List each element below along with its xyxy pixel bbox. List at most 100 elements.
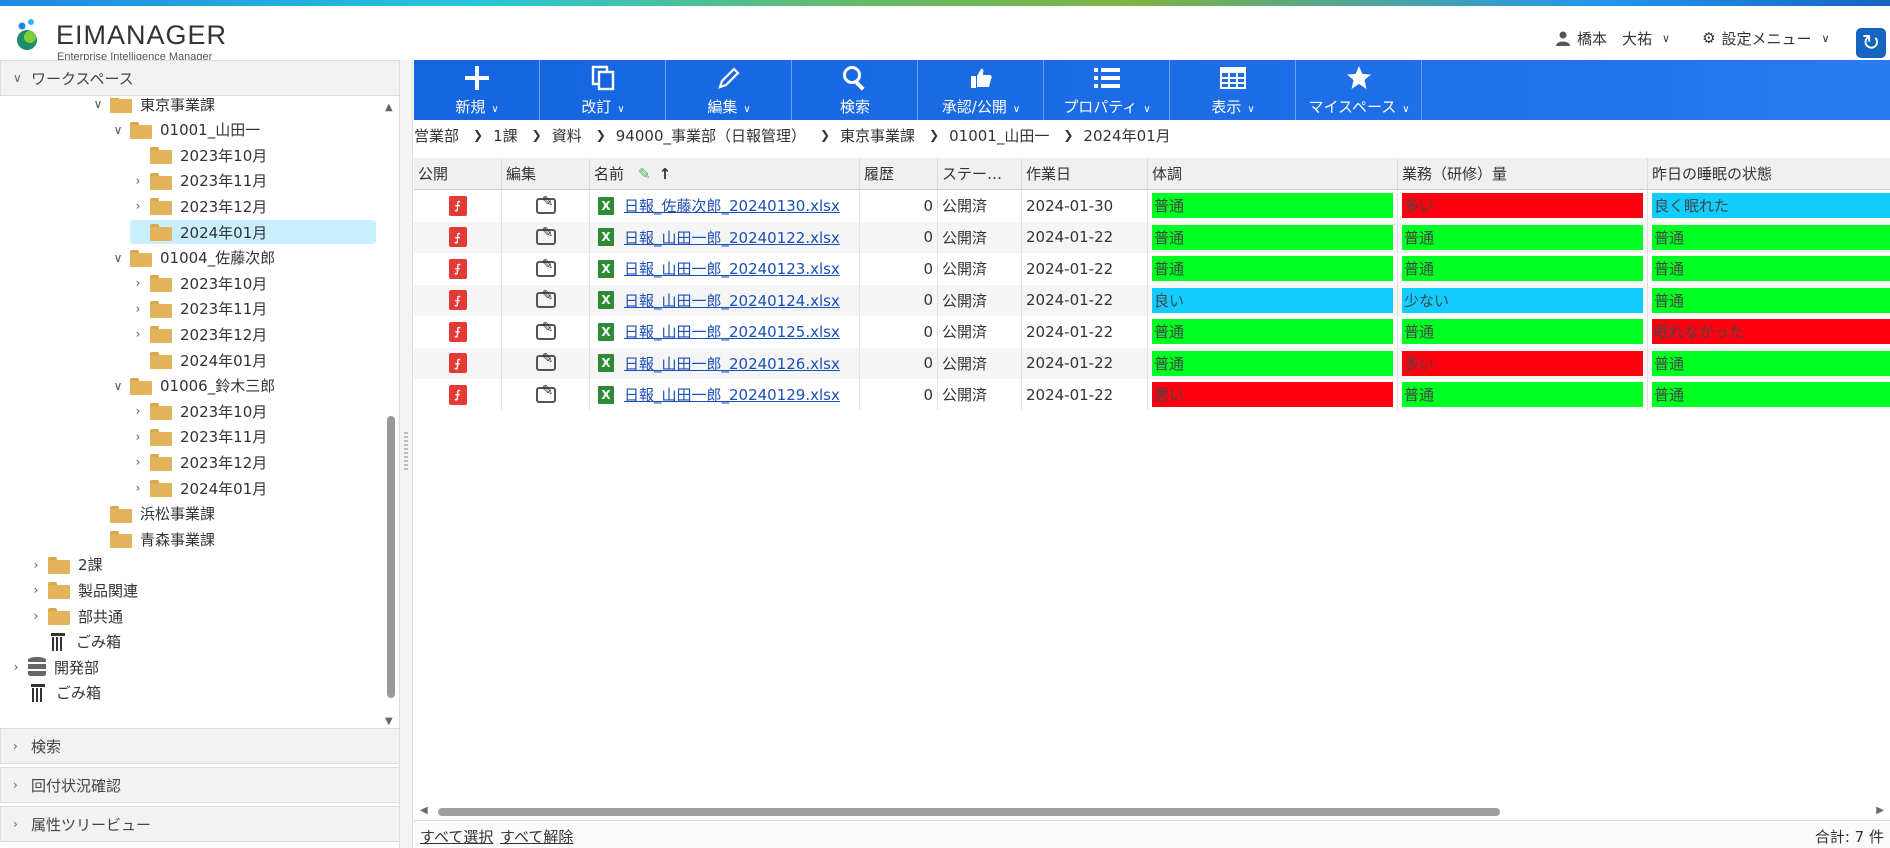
edit-icon[interactable] bbox=[535, 194, 556, 214]
tree-item[interactable]: › 製品関連 bbox=[28, 578, 138, 602]
tree-item[interactable]: › 2023年11月 bbox=[130, 297, 268, 321]
tree-item[interactable]: › 2023年12月 bbox=[130, 322, 268, 346]
edit-icon[interactable] bbox=[535, 320, 556, 340]
breadcrumb-item[interactable]: 2024年01月 bbox=[1083, 125, 1170, 146]
file-name-link[interactable]: 日報_佐藤次郎_20240130.xlsx bbox=[624, 195, 840, 216]
chevron-right-icon[interactable]: › bbox=[8, 660, 24, 674]
pdf-icon[interactable]: ⨍ bbox=[448, 258, 467, 279]
tree-item[interactable]: 2024年01月 bbox=[130, 348, 267, 372]
toolbar-button-thumbs-up[interactable]: 承認/公開 ∨ bbox=[918, 60, 1044, 120]
chevron-right-icon[interactable]: › bbox=[130, 481, 146, 495]
chevron-right-icon[interactable]: › bbox=[130, 430, 146, 444]
breadcrumb-item[interactable]: 資料 bbox=[552, 125, 582, 146]
tree-item[interactable]: › 2023年11月 bbox=[130, 169, 268, 193]
breadcrumb-item[interactable]: 01001_山田一 bbox=[949, 125, 1049, 146]
file-name-link[interactable]: 日報_山田一郎_20240123.xlsx bbox=[624, 258, 840, 279]
scroll-left-icon[interactable]: ◀ bbox=[420, 805, 428, 816]
chevron-right-icon[interactable]: › bbox=[130, 404, 146, 418]
tree-item[interactable]: ∨ 01004_佐藤次郎 bbox=[110, 246, 276, 270]
clear-all-link[interactable]: すべて解除 bbox=[500, 826, 573, 847]
file-name-link[interactable]: 日報_山田一郎_20240125.xlsx bbox=[624, 321, 840, 342]
breadcrumb-item[interactable]: 東京事業課 bbox=[840, 125, 915, 146]
column-header[interactable]: 名前 ✎ ↑ bbox=[590, 158, 860, 190]
user-name[interactable]: 橋本 大祐 bbox=[1577, 28, 1652, 49]
pdf-icon[interactable]: ⨍ bbox=[448, 227, 467, 248]
breadcrumb-item[interactable]: 94000_事業部（日報管理） bbox=[616, 125, 806, 146]
search-panel-header[interactable]: › 検索 bbox=[0, 728, 400, 764]
tree-item[interactable]: › 開発部 bbox=[8, 655, 99, 679]
toolbar-button-star[interactable]: マイスペース ∨ bbox=[1296, 60, 1422, 120]
scroll-down-icon[interactable]: ▼ bbox=[385, 716, 393, 727]
table-row[interactable]: ⨍X日報_山田一郎_20240129.xlsx0公開済2024-01-22悪い普… bbox=[414, 379, 1890, 410]
tree-item[interactable]: › 部共通 bbox=[28, 604, 123, 628]
toolbar-button-list[interactable]: プロパティ ∨ bbox=[1044, 60, 1170, 120]
column-header[interactable]: 編集 bbox=[502, 158, 590, 190]
table-row[interactable]: ⨍X日報_山田一郎_20240122.xlsx0公開済2024-01-22普通普… bbox=[414, 221, 1890, 253]
splitter-grip[interactable] bbox=[404, 432, 408, 472]
grid-horizontal-scrollbar[interactable]: ◀ ▶ bbox=[414, 804, 1890, 820]
workspace-panel-header[interactable]: ∨ ワークスペース bbox=[0, 60, 400, 96]
tree-item[interactable]: › 2023年10月 bbox=[130, 399, 268, 423]
tree-item[interactable]: 青森事業課 bbox=[90, 527, 215, 551]
tree-item[interactable]: 2023年10月 bbox=[130, 143, 267, 167]
breadcrumb-item[interactable]: 営業部 bbox=[414, 125, 459, 146]
toolbar-button-plus[interactable]: 新規 ∨ bbox=[414, 60, 540, 120]
chevron-right-icon[interactable]: › bbox=[130, 174, 146, 188]
scrollbar-thumb[interactable] bbox=[387, 416, 395, 698]
tree-item[interactable]: 2024年01月 bbox=[130, 220, 376, 244]
toolbar-button-pencil[interactable]: 編集 ∨ bbox=[666, 60, 792, 120]
column-header[interactable]: 履歴 bbox=[860, 158, 938, 190]
file-name-link[interactable]: 日報_山田一郎_20240126.xlsx bbox=[624, 353, 840, 374]
edit-icon[interactable] bbox=[535, 288, 556, 309]
column-header[interactable]: 体調 bbox=[1148, 158, 1398, 190]
table-row[interactable]: ⨍ X 日報_佐藤次郎_20240130.xlsx 0 公開済 2024-01-30 普通多… bbox=[414, 190, 1890, 222]
chevron-right-icon[interactable]: › bbox=[28, 558, 44, 572]
table-row[interactable]: ⨍ X 日報_山田一郎_20240126.xlsx 0 公開済 2024-01-22 普通多… bbox=[414, 347, 1890, 379]
scrollbar-thumb[interactable] bbox=[438, 808, 1500, 816]
chevron-right-icon[interactable]: › bbox=[130, 199, 146, 213]
pdf-icon[interactable]: ⨍ bbox=[448, 384, 467, 405]
pdf-icon[interactable]: ⨍ bbox=[448, 321, 467, 342]
chevron-right-icon[interactable]: › bbox=[130, 327, 146, 341]
edit-icon[interactable] bbox=[535, 225, 556, 246]
column-header[interactable]: 昨日の睡眠の状態 bbox=[1648, 158, 1890, 190]
chevron-right-icon[interactable]: › bbox=[130, 276, 146, 290]
sort-ascending-icon[interactable]: ↑ bbox=[659, 165, 672, 183]
column-header[interactable]: ステー… bbox=[938, 158, 1022, 190]
tree-item[interactable]: ∨ 01006_鈴木三郎 bbox=[110, 374, 276, 398]
user-menu[interactable]: 橋本 大祐 ∨ ⚙ 設定メニュー ∨ bbox=[1555, 26, 1830, 50]
tree-item[interactable]: ごみ箱 bbox=[28, 630, 121, 654]
table-row[interactable]: ⨍ X 日報_山田一郎_20240124.xlsx 0 公開済 2024-01-22 良い少… bbox=[414, 284, 1890, 316]
tree-item[interactable]: › 2024年01月 bbox=[130, 476, 268, 500]
table-row[interactable]: ⨍X日報_山田一郎_20240123.xlsx0公開済2024-01-22普通普… bbox=[414, 253, 1890, 285]
edit-icon[interactable] bbox=[535, 257, 556, 277]
column-header[interactable]: 作業日 bbox=[1022, 158, 1148, 190]
tree-item[interactable]: › 2023年12月 bbox=[130, 194, 268, 218]
tree-scrollbar[interactable]: ▲ ▼ bbox=[382, 98, 398, 730]
table-row[interactable]: ⨍ X 日報_山田一郎_20240125.xlsx 0 公開済 2024-01-22 普通普… bbox=[414, 316, 1890, 348]
edit-icon[interactable] bbox=[535, 383, 556, 403]
tree-item[interactable]: › 2023年10月 bbox=[130, 271, 268, 295]
tree-item[interactable]: › 2課 bbox=[28, 553, 103, 577]
attribute-tree-panel-header[interactable]: › 属性ツリービュー bbox=[0, 806, 400, 842]
chevron-right-icon[interactable]: › bbox=[130, 455, 146, 469]
column-header[interactable]: 公開 bbox=[414, 158, 502, 190]
breadcrumb-item[interactable]: 1課 bbox=[493, 125, 518, 146]
settings-menu-label[interactable]: 設定メニュー bbox=[1722, 28, 1812, 49]
pdf-icon[interactable]: ⨍ bbox=[448, 290, 467, 311]
panel-splitter[interactable] bbox=[400, 60, 413, 848]
chevron-down-icon[interactable]: ∨ bbox=[110, 123, 126, 137]
column-header[interactable]: 業務（研修）量 bbox=[1398, 158, 1648, 190]
scroll-up-icon[interactable]: ▲ bbox=[385, 102, 393, 113]
tree-item[interactable]: ごみ箱 bbox=[8, 681, 101, 705]
chevron-right-icon[interactable]: › bbox=[130, 302, 146, 316]
tree-item[interactable]: ∨ 01001_山田一 bbox=[110, 118, 261, 142]
tree-item[interactable]: › 2023年11月 bbox=[130, 425, 268, 449]
toolbar-button-copy[interactable]: 改訂 ∨ bbox=[540, 60, 666, 120]
pencil-icon[interactable]: ✎ bbox=[638, 165, 651, 183]
scroll-right-icon[interactable]: ▶ bbox=[1876, 805, 1884, 816]
tree-item[interactable]: › 2023年12月 bbox=[130, 450, 268, 474]
chevron-right-icon[interactable]: › bbox=[28, 609, 44, 623]
pdf-icon[interactable]: ⨍ bbox=[448, 195, 467, 216]
chevron-right-icon[interactable]: › bbox=[28, 583, 44, 597]
